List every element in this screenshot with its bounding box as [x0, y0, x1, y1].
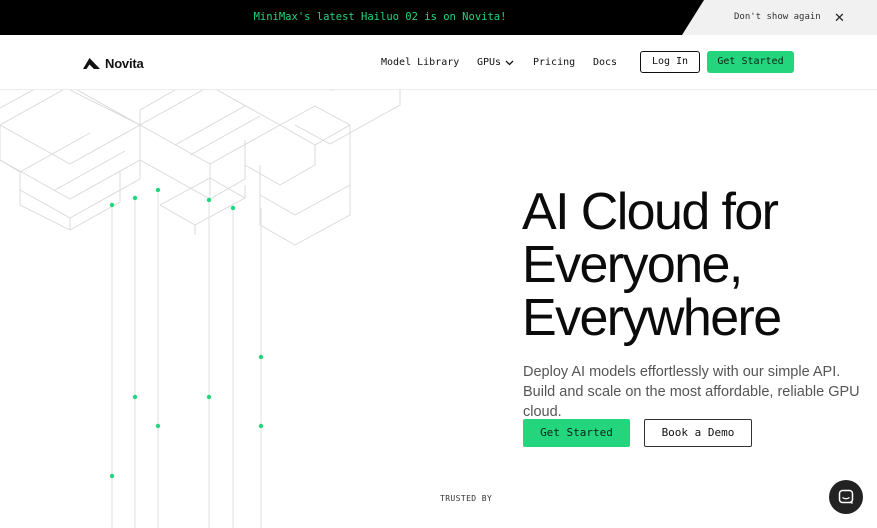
nav-model-library-label: Model Library — [381, 57, 460, 68]
book-demo-button[interactable]: Book a Demo — [644, 419, 752, 447]
chat-launcher-button[interactable] — [829, 480, 863, 514]
hero-title-line-2: Everyone, — [522, 236, 743, 294]
close-icon[interactable]: ✕ — [834, 0, 845, 35]
brand-logo[interactable]: Novita — [83, 55, 144, 71]
chat-icon — [838, 489, 854, 504]
dont-show-again-button[interactable]: Don't show again — [734, 0, 821, 35]
nav-gpus-label: GPUs — [477, 57, 502, 68]
nav-get-started-button[interactable]: Get Started — [707, 51, 794, 73]
hero-title: AI Cloud for Everyone, Everywhere — [522, 186, 872, 345]
brand-name: Novita — [105, 55, 144, 71]
top-nav: Novita Model Library GPUs Pricing Docs L… — [0, 35, 877, 90]
hero-subtitle: Deploy AI models effortlessly with our s… — [523, 364, 860, 420]
hero-title-line-3: Everywhere — [522, 289, 782, 347]
announcement-text[interactable]: MiniMax's latest Hailuo 02 is on Novita! — [0, 0, 760, 35]
trusted-by-label: TRUSTED BY — [440, 494, 493, 503]
nav-gpus[interactable]: GPUs — [477, 35, 514, 90]
nav-docs-label: Docs — [593, 57, 618, 68]
novita-logo-icon — [83, 57, 100, 69]
nav-pricing[interactable]: Pricing — [533, 35, 575, 90]
isometric-decoration — [0, 90, 401, 528]
hero-title-line-1: AI Cloud for — [522, 183, 779, 241]
hero-get-started-button[interactable]: Get Started — [523, 419, 630, 447]
announcement-bar: MiniMax's latest Hailuo 02 is on Novita!… — [0, 0, 877, 35]
announcement-dismiss-area: Don't show again ✕ — [682, 0, 877, 35]
nav-docs[interactable]: Docs — [593, 35, 617, 90]
nav-model-library[interactable]: Model Library — [381, 35, 459, 90]
chevron-down-icon — [505, 60, 514, 65]
nav-pricing-label: Pricing — [533, 57, 576, 68]
login-button[interactable]: Log In — [640, 51, 700, 73]
